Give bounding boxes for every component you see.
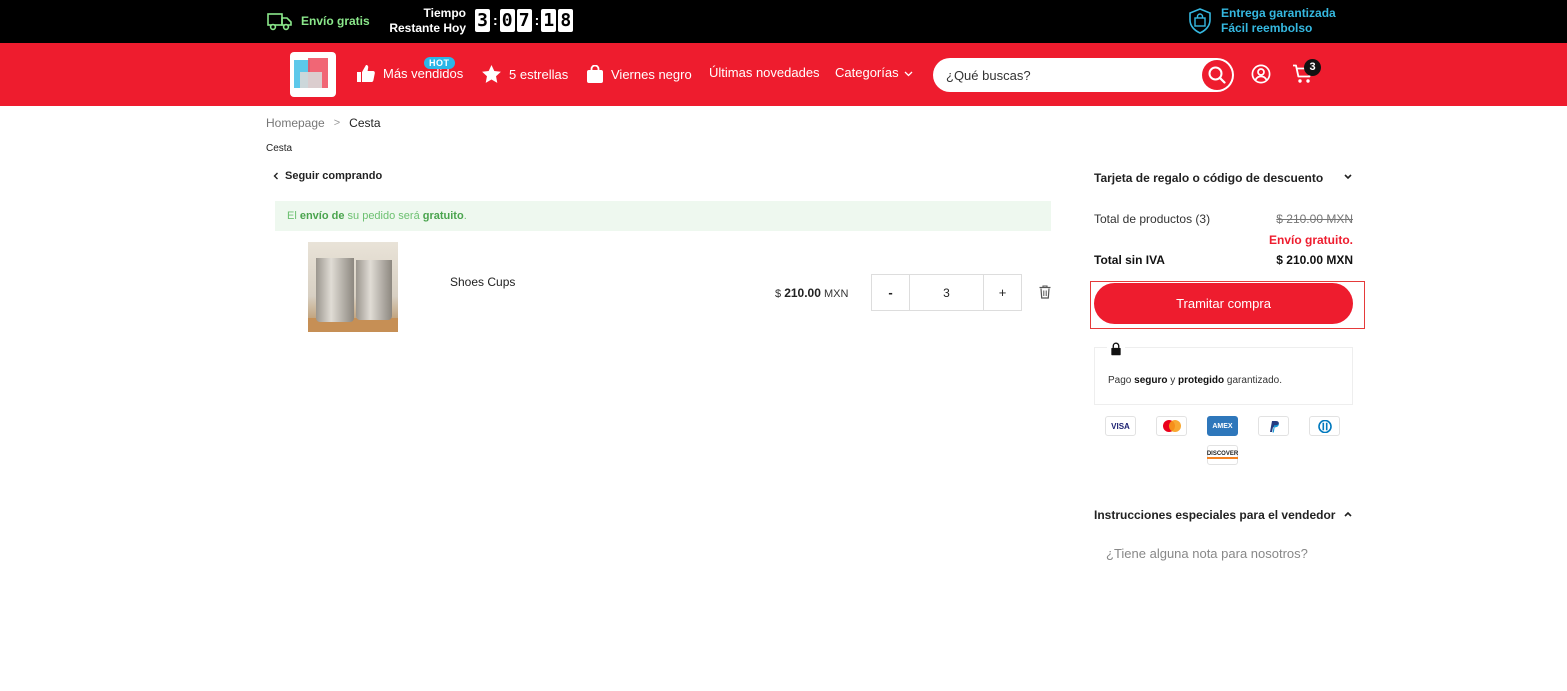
free-shipping-summary: Envío gratuito. <box>1269 233 1353 247</box>
free-shipping-notice: El envío de su pedido será gratuito. <box>275 201 1051 231</box>
user-account-icon[interactable] <box>1251 64 1271 84</box>
diners-club-logo <box>1317 419 1332 433</box>
guarantee-delivery-text: Entrega garantizada <box>1221 6 1336 20</box>
timer-label-line1: Tiempo <box>423 6 466 20</box>
chevron-left-icon <box>273 172 278 180</box>
timer-seconds-ones: 8 <box>558 9 574 32</box>
price-currency: MXN <box>823 288 849 300</box>
total-products-value: $ 210.00 MXN <box>1276 212 1353 226</box>
secure-text-bold: protegido <box>1178 375 1225 386</box>
discover-icon: DISCOVER <box>1206 445 1239 465</box>
search-input[interactable] <box>946 58 1196 92</box>
trash-icon[interactable] <box>1039 285 1051 299</box>
search-bar <box>933 58 1234 92</box>
paypal-icon <box>1258 416 1289 436</box>
paypal-logo <box>1269 420 1279 432</box>
checkout-button[interactable]: Tramitar compra <box>1094 283 1353 324</box>
notice-text: El <box>287 210 300 222</box>
chevron-down-icon <box>904 71 913 77</box>
store-logo[interactable] <box>290 52 336 97</box>
visa-icon: VISA <box>1105 416 1136 436</box>
timer-seconds-tens: 1 <box>541 9 557 32</box>
timer-colon: : <box>534 12 540 28</box>
total-products-label: Total de productos (3) <box>1094 212 1211 226</box>
product-price: $ 210.00 MXN <box>775 286 848 300</box>
mastercard-icon <box>1156 416 1187 436</box>
notice-text: su pedido será <box>344 210 423 222</box>
free-shipping-banner: Envío gratis <box>267 10 370 32</box>
gift-card-discount-toggle[interactable]: Tarjeta de regalo o código de descuento <box>1094 171 1354 185</box>
secure-text: garantizado. <box>1224 375 1282 386</box>
secure-payment-text: Pago seguro y protegido garantizado. <box>1108 375 1282 386</box>
nav-black-friday[interactable]: Viernes negro <box>587 65 692 83</box>
secure-text-bold: seguro <box>1134 375 1168 386</box>
mastercard-logo <box>1162 420 1181 432</box>
search-button[interactable] <box>1202 60 1232 90</box>
guarantee-refund-text: Fácil reembolso <box>1221 21 1313 35</box>
timer-minutes-ones: 7 <box>516 9 532 32</box>
countdown-timer: 3 : 0 7 : 1 8 <box>475 9 575 32</box>
secure-text: Pago <box>1108 375 1135 386</box>
timer-label-line2: Restante Hoy <box>389 21 466 35</box>
breadcrumb-current: Cesta <box>349 116 381 130</box>
shopping-bag-icon <box>587 65 603 83</box>
free-shipping-text: Envío gratis <box>301 14 370 28</box>
total-products-row: Total de productos (3) $ 210.00 MXN <box>1094 212 1353 226</box>
lock-icon <box>1107 340 1125 358</box>
main-navigation: Más vendidos HOT 5 estrellas Viernes neg… <box>0 43 1567 106</box>
continue-shopping-label: Seguir comprando <box>285 170 383 182</box>
nav-black-friday-label: Viernes negro <box>611 66 692 82</box>
secure-payment-box: Pago seguro y protegido garantizado. <box>1094 340 1353 405</box>
price-currency-symbol: $ <box>775 288 782 300</box>
timer-label: Tiempo Restante Hoy <box>386 6 466 36</box>
hot-badge: HOT <box>424 57 455 69</box>
timer-hours: 3 <box>475 9 490 32</box>
timer-minutes-tens: 0 <box>499 9 515 32</box>
amex-icon: AMEX <box>1207 416 1238 436</box>
breadcrumb-home[interactable]: Homepage <box>266 116 325 130</box>
breadcrumb: Homepage > Cesta <box>266 116 381 130</box>
guarantee-banner: Entrega garantizada Fácil reembolso <box>1188 6 1336 36</box>
nav-five-stars-label: 5 estrellas <box>509 66 569 82</box>
price-amount: 210.00 <box>784 286 821 300</box>
timer-colon: : <box>493 12 498 28</box>
search-icon <box>1208 66 1226 84</box>
diners-club-icon <box>1309 416 1340 436</box>
nav-new-arrivals-label: Últimas novedades <box>709 65 820 80</box>
seller-instructions-toggle[interactable]: Instrucciones especiales para el vendedo… <box>1094 508 1335 522</box>
truck-icon <box>267 13 292 31</box>
notice-text: . <box>463 210 467 222</box>
cart-count-badge: 3 <box>1304 59 1321 76</box>
notice-text-bold: envío de <box>299 210 345 222</box>
continue-shopping-link[interactable]: Seguir comprando <box>273 170 382 182</box>
star-icon <box>482 65 501 83</box>
product-image[interactable] <box>308 242 398 332</box>
shield-bag-icon <box>1189 8 1211 34</box>
chevron-down-icon[interactable] <box>1343 171 1353 183</box>
chevron-up-icon[interactable] <box>1343 508 1353 520</box>
product-name[interactable]: Shoes Cups <box>450 275 515 289</box>
nav-five-stars[interactable]: 5 estrellas <box>482 65 568 83</box>
quantity-stepper: - 3 + <box>871 274 1022 311</box>
page-title: Cesta <box>266 143 293 154</box>
nav-categories[interactable]: Categorías <box>835 65 913 80</box>
breadcrumb-separator: > <box>333 117 341 129</box>
total-row: Total sin IVA $ 210.00 MXN <box>1094 253 1353 267</box>
secure-text: y <box>1167 375 1179 386</box>
top-announcement-bar: Envío gratis Tiempo Restante Hoy 3 : 0 7… <box>0 0 1567 43</box>
discover-label: DISCOVER <box>1206 451 1239 459</box>
nav-new-arrivals[interactable]: Últimas novedades <box>709 65 820 80</box>
quantity-decrease-button[interactable]: - <box>872 275 909 310</box>
thumbs-up-icon <box>357 65 375 82</box>
total-label: Total sin IVA <box>1094 253 1165 267</box>
notice-text-bold: gratuito <box>422 210 464 222</box>
quantity-value[interactable]: 3 <box>909 275 984 310</box>
total-value: $ 210.00 MXN <box>1276 253 1353 267</box>
quantity-increase-button[interactable]: + <box>984 275 1021 310</box>
nav-categories-label: Categorías <box>835 65 899 80</box>
seller-note-input[interactable] <box>1106 546 1346 561</box>
